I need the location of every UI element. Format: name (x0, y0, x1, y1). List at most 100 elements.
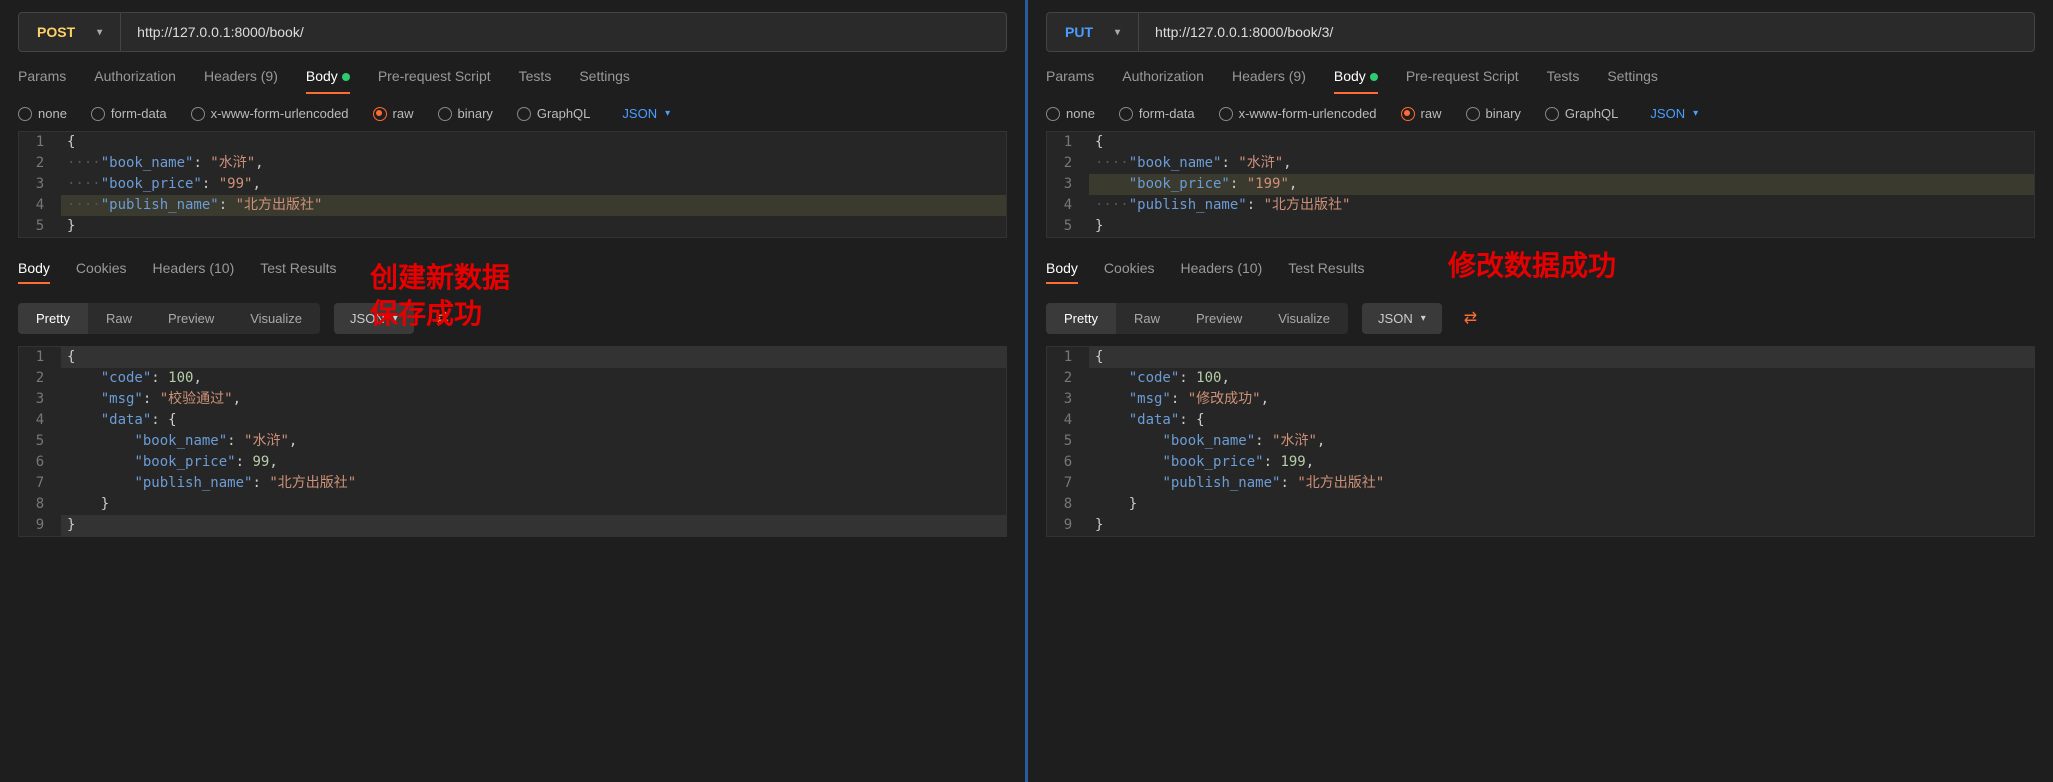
view-preview[interactable]: Preview (150, 303, 232, 334)
radio-none[interactable]: none (1046, 106, 1095, 121)
radio-x-www-form-urlencoded[interactable]: x-www-form-urlencoded (191, 106, 349, 121)
resp-tab-body[interactable]: Body (18, 260, 50, 282)
view-raw[interactable]: Raw (88, 303, 150, 334)
radio-circle-icon (373, 107, 387, 121)
headers-count: (9) (1289, 68, 1306, 92)
radio-graphql[interactable]: GraphQL (517, 106, 590, 121)
resp-tab-headers[interactable]: Headers (10) (153, 260, 235, 282)
code-line[interactable]: "publish_name": "北方出版社" (1089, 473, 2034, 494)
annotation-text: 创建新数据 保存成功 (370, 260, 510, 333)
body-format-select[interactable]: JSON▾ (1650, 106, 1698, 121)
response-format-select[interactable]: JSON▾ (1362, 303, 1442, 334)
resp-tab-testresults[interactable]: Test Results (260, 260, 336, 282)
code-line[interactable]: { (1089, 347, 2034, 368)
tab-headers[interactable]: Headers (9) (204, 68, 278, 92)
code-line[interactable]: "publish_name": "北方出版社" (61, 473, 1006, 494)
radio-circle-icon (18, 107, 32, 121)
tab-params[interactable]: Params (1046, 68, 1094, 92)
code-line[interactable]: "book_name": "水浒", (61, 431, 1006, 452)
body-format-label: JSON (1650, 106, 1685, 121)
radio-label: form-data (111, 106, 167, 121)
tab-authorization[interactable]: Authorization (1122, 68, 1204, 92)
response-body[interactable]: 1{2 "code": 100,3 "msg": "校验通过",4 "data"… (18, 346, 1007, 537)
radio-x-www-form-urlencoded[interactable]: x-www-form-urlencoded (1219, 106, 1377, 121)
tab-authorization[interactable]: Authorization (94, 68, 176, 92)
radio-none[interactable]: none (18, 106, 67, 121)
code-line[interactable]: } (1089, 494, 2034, 515)
body-format-select[interactable]: JSON▾ (622, 106, 670, 121)
response-body[interactable]: 1{2 "code": 100,3 "msg": "修改成功",4 "data"… (1046, 346, 2035, 537)
radio-binary[interactable]: binary (1466, 106, 1521, 121)
tab-headers[interactable]: Headers (9) (1232, 68, 1306, 92)
code-line[interactable]: "msg": "修改成功", (1089, 389, 2034, 410)
radio-circle-icon (517, 107, 531, 121)
radio-circle-icon (1545, 107, 1559, 121)
chevron-down-icon: ▾ (1421, 313, 1426, 324)
line-number: 5 (1047, 216, 1089, 237)
resp-tab-cookies[interactable]: Cookies (1104, 260, 1155, 282)
radio-raw[interactable]: raw (1401, 106, 1442, 121)
code-line[interactable]: ····"book_price": "99", (61, 174, 1006, 195)
resp-tab-headers[interactable]: Headers (10) (1181, 260, 1263, 282)
radio-raw[interactable]: raw (373, 106, 414, 121)
code-line[interactable]: "data": { (1089, 410, 2034, 431)
code-line[interactable]: ····"publish_name": "北方出版社" (1089, 195, 2034, 216)
radio-label: none (38, 106, 67, 121)
tab-body[interactable]: Body (306, 68, 350, 92)
view-visualize[interactable]: Visualize (232, 303, 320, 334)
code-line[interactable]: { (61, 347, 1006, 368)
resp-tab-testresults[interactable]: Test Results (1288, 260, 1364, 282)
resp-tab-body[interactable]: Body (1046, 260, 1078, 282)
radio-circle-icon (1046, 107, 1060, 121)
url-input[interactable] (121, 24, 1006, 40)
tab-settings[interactable]: Settings (1607, 68, 1658, 92)
view-visualize[interactable]: Visualize (1260, 303, 1348, 334)
resp-tab-cookies[interactable]: Cookies (76, 260, 127, 282)
tab-prerequest[interactable]: Pre-request Script (378, 68, 491, 92)
radio-form-data[interactable]: form-data (91, 106, 167, 121)
code-line[interactable]: { (61, 132, 1006, 153)
code-line[interactable]: ····"book_name": "水浒", (61, 153, 1006, 174)
code-line[interactable]: } (61, 216, 1006, 237)
code-line[interactable]: } (61, 515, 1006, 536)
http-method-select[interactable]: POST ▾ (19, 13, 121, 51)
request-body-editor[interactable]: 1{2····"book_name": "水浒",3 "book_price":… (1046, 131, 2035, 238)
code-line[interactable]: "code": 100, (1089, 368, 2034, 389)
code-line[interactable]: "code": 100, (61, 368, 1006, 389)
view-pretty[interactable]: Pretty (1046, 303, 1116, 334)
radio-form-data[interactable]: form-data (1119, 106, 1195, 121)
code-line[interactable]: ····"publish_name": "北方出版社" (61, 195, 1006, 216)
wrap-lines-button[interactable]: ⇄ (1454, 300, 1487, 336)
tab-body[interactable]: Body (1334, 68, 1378, 92)
url-input[interactable] (1139, 24, 2034, 40)
code-line[interactable]: "book_price": "199", (1089, 174, 2034, 195)
code-line[interactable]: } (1089, 216, 2034, 237)
radio-label: raw (1421, 106, 1442, 121)
view-preview[interactable]: Preview (1178, 303, 1260, 334)
code-line[interactable]: "msg": "校验通过", (61, 389, 1006, 410)
code-line[interactable]: "book_price": 199, (1089, 452, 2034, 473)
line-number: 6 (1047, 452, 1089, 473)
view-pretty[interactable]: Pretty (18, 303, 88, 334)
resp-headers-count: (10) (209, 260, 234, 282)
code-line[interactable]: ····"book_name": "水浒", (1089, 153, 2034, 174)
radio-graphql[interactable]: GraphQL (1545, 106, 1618, 121)
tab-tests[interactable]: Tests (519, 68, 552, 92)
view-raw[interactable]: Raw (1116, 303, 1178, 334)
code-line[interactable]: "data": { (61, 410, 1006, 431)
dot-indicator-icon (342, 73, 350, 81)
http-method-select[interactable]: PUT ▾ (1047, 13, 1139, 51)
tab-tests[interactable]: Tests (1547, 68, 1580, 92)
code-line[interactable]: "book_name": "水浒", (1089, 431, 2034, 452)
radio-binary[interactable]: binary (438, 106, 493, 121)
radio-label: x-www-form-urlencoded (211, 106, 349, 121)
tab-params[interactable]: Params (18, 68, 66, 92)
tab-settings[interactable]: Settings (579, 68, 630, 92)
code-line[interactable]: "book_price": 99, (61, 452, 1006, 473)
line-number: 7 (1047, 473, 1089, 494)
tab-prerequest[interactable]: Pre-request Script (1406, 68, 1519, 92)
request-body-editor[interactable]: 1{2····"book_name": "水浒",3····"book_pric… (18, 131, 1007, 238)
code-line[interactable]: { (1089, 132, 2034, 153)
code-line[interactable]: } (1089, 515, 2034, 536)
code-line[interactable]: } (61, 494, 1006, 515)
